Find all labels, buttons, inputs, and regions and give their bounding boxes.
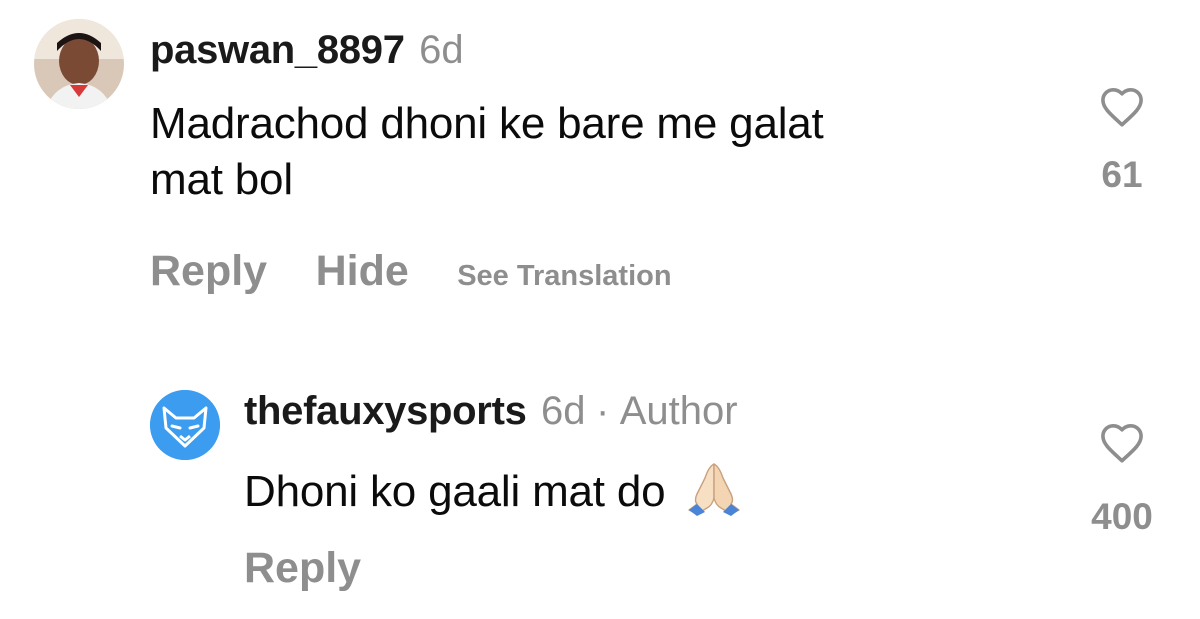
- comment-thefauxysports: thefauxysports 6d · Author Dhoni ko gaal…: [0, 370, 1200, 619]
- comment-header: paswan_8897 6d: [150, 26, 464, 83]
- reply-button[interactable]: Reply: [244, 540, 361, 596]
- comment-text-line: mat bol: [150, 155, 293, 204]
- reply-button[interactable]: Reply: [150, 243, 267, 299]
- comment-text-line: Dhoni ko gaali mat do: [244, 467, 666, 516]
- like-column: 400: [1077, 422, 1167, 538]
- like-count: 400: [1091, 496, 1153, 537]
- avatar[interactable]: [150, 390, 220, 460]
- comment-text: Madrachod dhoni ke bare me galat mat bol: [150, 96, 1030, 208]
- separator-dot: ·: [595, 389, 610, 433]
- see-translation-button[interactable]: See Translation: [457, 248, 671, 304]
- comment-text: Dhoni ko gaali mat do: [244, 460, 1064, 530]
- user-photo-icon: [34, 19, 124, 109]
- comment-actions: Reply: [244, 540, 405, 606]
- timestamp: 6d: [419, 28, 464, 72]
- folded-hands-icon: [683, 460, 745, 530]
- fox-logo-icon: [150, 390, 220, 460]
- comment-actions: Reply Hide See Translation: [150, 243, 672, 309]
- like-count: 61: [1101, 154, 1143, 195]
- heart-icon[interactable]: [1099, 422, 1145, 464]
- hide-button[interactable]: Hide: [316, 243, 409, 299]
- username[interactable]: paswan_8897: [150, 28, 405, 72]
- heart-icon[interactable]: [1099, 86, 1145, 128]
- timestamp: 6d: [541, 389, 586, 433]
- author-badge: Author: [619, 389, 738, 433]
- like-column: 61: [1077, 86, 1167, 196]
- comment-text-line: Madrachod dhoni ke bare me galat: [150, 99, 824, 148]
- username[interactable]: thefauxysports: [244, 389, 527, 433]
- comment-header: thefauxysports 6d · Author: [244, 387, 738, 444]
- comment-paswan: paswan_8897 6d Madrachod dhoni ke bare m…: [0, 0, 1200, 330]
- avatar[interactable]: [34, 19, 124, 109]
